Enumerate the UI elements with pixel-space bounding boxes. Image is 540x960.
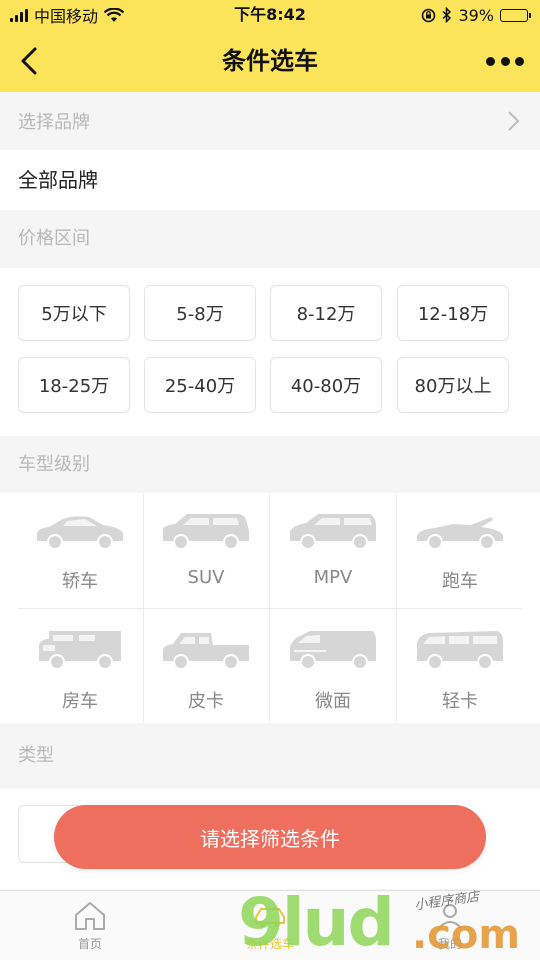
car-type-label: 微面 [315, 691, 351, 712]
tab-home[interactable]: 首页 [0, 891, 180, 960]
car-type-label: 轻卡 [442, 691, 478, 712]
tab-label: 条件选车 [245, 937, 294, 951]
minivan-icon [290, 631, 376, 670]
price-option[interactable]: 5万以下 [18, 285, 130, 341]
user-icon [437, 904, 463, 930]
battery-icon [500, 8, 531, 22]
mpv-icon [290, 514, 376, 550]
car-type-sedan[interactable]: 轿车 [17, 493, 143, 607]
price-option[interactable]: 25-40万 [144, 357, 256, 413]
more-dot-icon [515, 56, 524, 66]
price-option[interactable]: 80万以上 [397, 357, 509, 413]
car-type-minivan[interactable]: 微面 [270, 609, 396, 723]
car-type-mpv[interactable]: MPV [270, 493, 396, 607]
suv-icon [163, 514, 249, 550]
sports-car-icon [417, 517, 503, 550]
brand-selector[interactable]: 选择品牌 [0, 92, 540, 150]
status-bar: 中国移动 下午8:42 39% [0, 0, 540, 30]
tab-mine[interactable]: 我的 [360, 891, 540, 960]
tab-car-filter[interactable]: 条件选车 [180, 891, 360, 960]
tab-label: 我的 [437, 937, 462, 951]
kind-section-label: 类型 [18, 745, 54, 766]
price-grid: 5万以下 5-8万 8-12万 12-18万 18-25万 25-40万 40-… [0, 268, 540, 436]
chevron-right-icon [508, 111, 520, 131]
light-truck-icon [417, 631, 503, 670]
car-filter-icon [255, 908, 285, 927]
price-option[interactable]: 40-80万 [270, 357, 382, 413]
car-type-section-label: 车型级别 [18, 454, 90, 475]
car-type-sports[interactable]: 跑车 [397, 493, 523, 607]
more-dot-icon [486, 56, 495, 66]
tab-bar: 首页 条件选车 我的 [0, 890, 540, 960]
price-option[interactable]: 5-8万 [144, 285, 256, 341]
more-button[interactable] [486, 50, 524, 72]
car-type-label: SUV [187, 567, 225, 588]
tab-label: 首页 [77, 937, 102, 951]
status-right: 39% [421, 0, 531, 30]
car-type-suv[interactable]: SUV [143, 493, 269, 607]
battery-percent: 39% [458, 5, 494, 25]
sedan-icon [37, 516, 123, 550]
car-type-label: 跑车 [442, 571, 478, 592]
bluetooth-icon [442, 7, 452, 23]
car-type-grid: 轿车 SUV MPV 跑车 房车 皮卡 微面 轻卡 [0, 493, 540, 723]
back-arrow-icon [21, 47, 37, 75]
price-option[interactable]: 12-18万 [397, 285, 509, 341]
car-type-pickup[interactable]: 皮卡 [143, 609, 269, 723]
nav-bar: 条件选车 [0, 30, 540, 92]
back-button[interactable] [12, 44, 46, 78]
home-icon [75, 902, 105, 930]
submit-filter-button[interactable]: 请选择筛选条件 [54, 805, 486, 869]
rv-icon [39, 631, 121, 670]
brand-value[interactable]: 全部品牌 [0, 150, 540, 210]
car-type-light-truck[interactable]: 轻卡 [397, 609, 523, 723]
price-option[interactable]: 18-25万 [18, 357, 130, 413]
price-option[interactable]: 8-12万 [270, 285, 382, 341]
car-type-label: MPV [313, 567, 353, 588]
pickup-icon [163, 633, 249, 670]
brand-section-label: 选择品牌 [18, 112, 90, 133]
price-section-label: 价格区间 [18, 228, 90, 249]
orientation-lock-icon [422, 8, 436, 22]
more-dot-icon [500, 56, 510, 66]
car-type-label: 轿车 [62, 571, 98, 592]
car-type-label: 房车 [62, 691, 98, 712]
car-type-rv[interactable]: 房车 [17, 609, 143, 723]
car-type-label: 皮卡 [188, 691, 224, 712]
page-title: 条件选车 [222, 47, 318, 75]
